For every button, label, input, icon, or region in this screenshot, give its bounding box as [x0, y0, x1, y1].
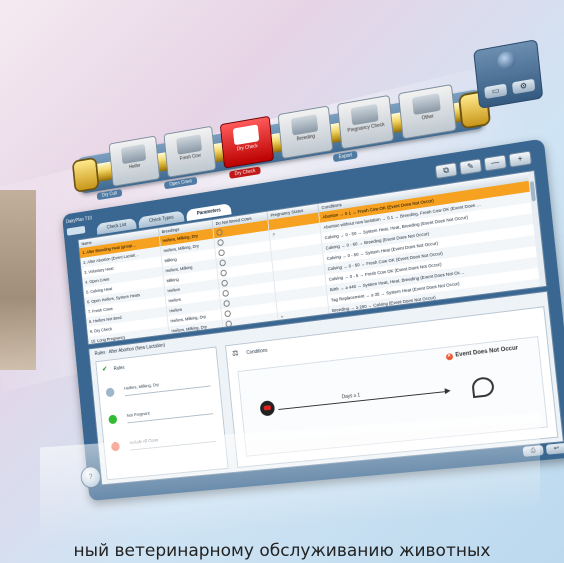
timeline-left-cap	[73, 158, 98, 191]
radio-icon[interactable]	[222, 289, 230, 297]
radio-icon[interactable]	[219, 258, 227, 267]
dry-check-icon	[232, 124, 260, 146]
pregnancy-icon	[350, 103, 379, 126]
stage-fresh-cow[interactable]: Fresh Cow	[163, 125, 217, 178]
radio-icon[interactable]	[221, 279, 229, 287]
page-caption: ный ветеринарному обслуживанию животных	[73, 541, 491, 561]
radio-icon[interactable]	[218, 248, 225, 256]
conditions-icon: ⚖	[231, 348, 239, 358]
radio-icon[interactable]	[223, 299, 231, 307]
app-stage: Heifer Fresh Cow Dry Check Breeding Preg…	[14, 6, 564, 501]
window-title: DairyPlan T10	[65, 215, 93, 226]
status-field[interactable]: Not Pregnant	[126, 403, 214, 424]
stage-other[interactable]: Other	[397, 83, 457, 140]
conditions-header: Conditions	[246, 347, 268, 356]
radio-icon[interactable]	[224, 309, 232, 317]
event-does-not-occur-label[interactable]: × Event Does Not Occur	[445, 345, 518, 361]
stage-dry-check[interactable]: Dry Check	[219, 115, 275, 169]
status-icon	[108, 414, 118, 425]
edit-button[interactable]: ✎	[459, 158, 483, 176]
group-field[interactable]: Heifers, Milking, Dry	[123, 376, 211, 397]
group-icon	[105, 387, 115, 398]
cow-event-icon[interactable]	[259, 400, 276, 417]
globe-icon	[496, 50, 517, 71]
days-label[interactable]: Days ≥ 1	[342, 393, 361, 401]
stage-breeding[interactable]: Breeding	[277, 105, 334, 160]
radio-icon[interactable]	[217, 238, 224, 246]
heifer-icon	[120, 143, 147, 165]
window-controls[interactable]	[66, 225, 86, 236]
stage-pregnancy-check[interactable]: Pregnancy Check	[336, 94, 395, 150]
minimize-button[interactable]: ▭	[484, 83, 508, 99]
cow-icon	[176, 134, 203, 155]
settings-button[interactable]: ⚙	[511, 78, 536, 95]
timeline-label[interactable]: Dry Cull	[96, 189, 123, 201]
rules-header: Rules	[113, 365, 125, 372]
copy-button[interactable]: ⧉	[434, 162, 458, 180]
timeline-label[interactable]: Export	[332, 150, 359, 163]
radio-icon[interactable]	[216, 228, 223, 236]
cancel-icon: ×	[445, 352, 453, 361]
stage-heifer[interactable]: Heifer	[108, 135, 161, 187]
stethoscope-icon[interactable]	[471, 376, 495, 399]
breeding-icon	[290, 114, 319, 136]
radio-icon[interactable]	[225, 319, 233, 328]
back-button[interactable]: ↩	[545, 442, 564, 455]
check-icon: ✔	[101, 364, 108, 374]
add-button[interactable]: +	[508, 150, 532, 168]
other-icon	[411, 93, 441, 116]
top-right-panel: ▭ ⚙	[473, 39, 544, 109]
condition-arrow	[278, 391, 447, 410]
radio-icon[interactable]	[220, 268, 228, 277]
remove-button[interactable]: —	[483, 154, 507, 172]
